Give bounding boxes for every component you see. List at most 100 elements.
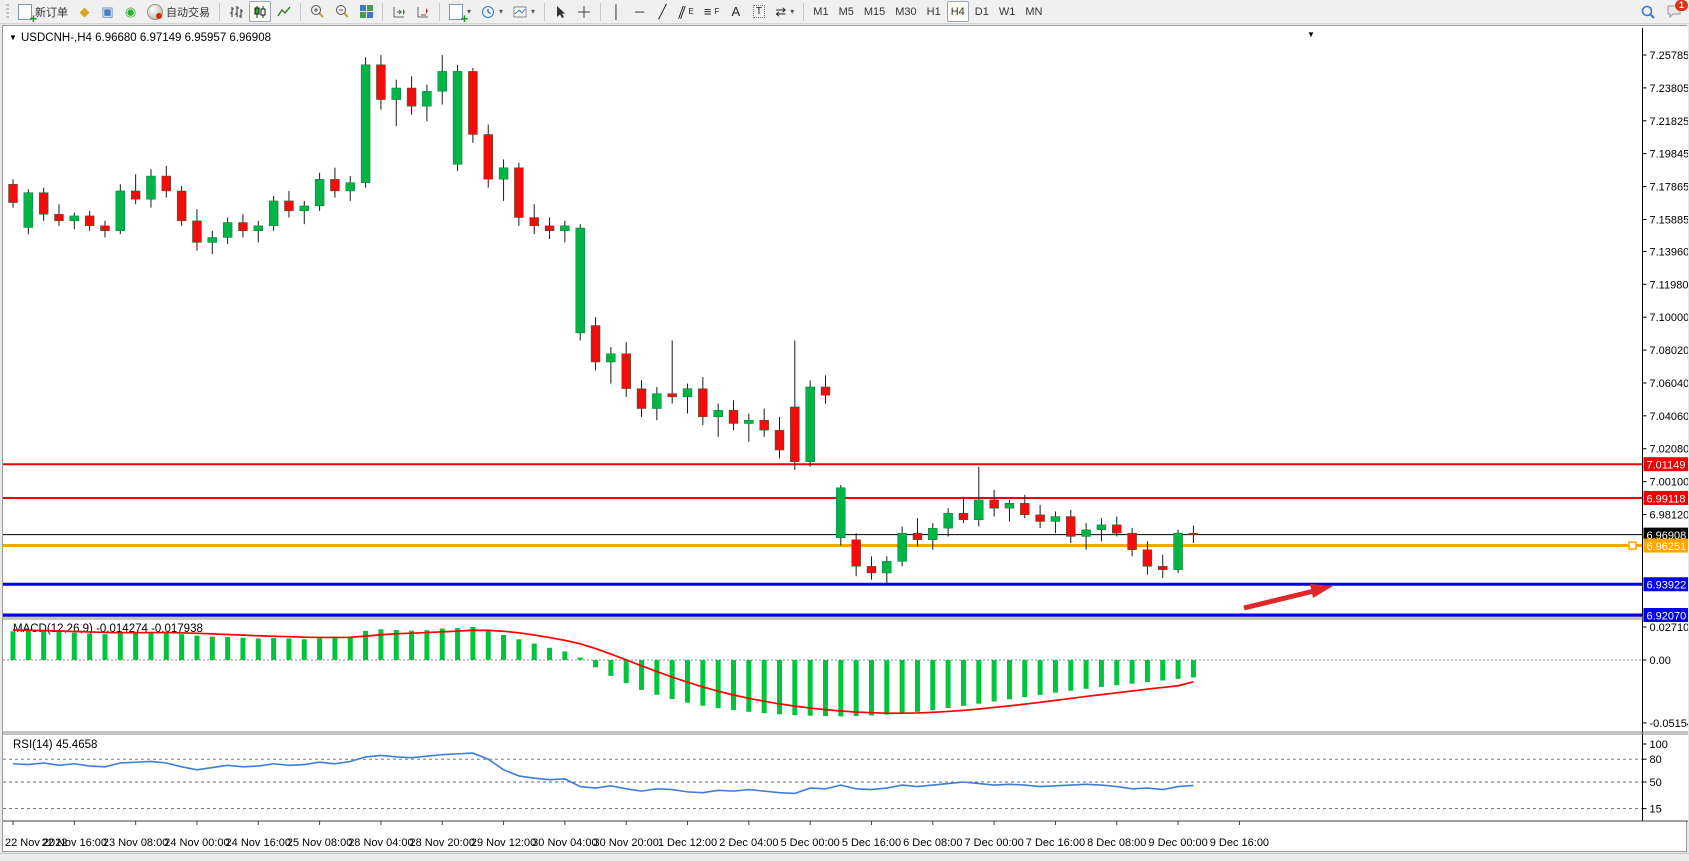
- bar-chart-mode-button[interactable]: [225, 1, 247, 22]
- crosshair-button[interactable]: [573, 1, 595, 22]
- time-tick-label: 22 Nov 16:00: [42, 837, 107, 849]
- macd-hist-bar: [1068, 660, 1073, 691]
- timeframe-m30-button[interactable]: M30: [891, 1, 920, 22]
- price-tick-label: 7.21825: [1650, 116, 1689, 128]
- macd-tick-label: -0.051546: [1650, 718, 1689, 730]
- macd-hist-bar: [118, 633, 123, 660]
- candle-body: [453, 71, 462, 164]
- rsi-panel: [3, 753, 1643, 808]
- separator: [219, 3, 220, 21]
- candle-body: [54, 214, 63, 221]
- timeframe-w1-button[interactable]: W1: [995, 1, 1020, 22]
- axis-background: [1644, 26, 1689, 821]
- timeframe-label: M5: [839, 6, 854, 18]
- fibonacci-button[interactable]: ≡F: [700, 1, 723, 22]
- timeframe-m5-button[interactable]: M5: [835, 1, 858, 22]
- candlestick-mode-button[interactable]: [249, 1, 271, 22]
- chart-canvas[interactable]: ▼ USDCNH-,H4 6.96680 6.97149 6.95957 6.9…: [3, 26, 1688, 853]
- candle-body: [637, 389, 646, 409]
- indicators-button[interactable]: + ▾: [445, 1, 475, 22]
- equidistant-channel-button[interactable]: ∥E: [675, 1, 698, 22]
- timeframe-h1-button[interactable]: H1: [923, 1, 945, 22]
- timeframe-m15-button[interactable]: M15: [860, 1, 889, 22]
- candle-body: [867, 566, 876, 573]
- candle-body: [668, 394, 677, 397]
- toolbar-grip[interactable]: [6, 4, 9, 20]
- timeframe-m1-button[interactable]: M1: [809, 1, 832, 22]
- arrow-object[interactable]: [1244, 584, 1333, 608]
- timeframe-label: M15: [864, 6, 885, 18]
- templates-button[interactable]: ▾: [509, 1, 539, 22]
- trendline-button[interactable]: ╱: [652, 1, 673, 22]
- candle-body: [238, 223, 247, 231]
- charts-window-button[interactable]: ▣: [97, 1, 118, 22]
- macd-hist-bar: [1145, 660, 1150, 682]
- macd-hist-bar: [976, 660, 981, 704]
- candle-body: [407, 88, 416, 106]
- separator: [300, 3, 301, 21]
- timeframe-h4-button[interactable]: H4: [947, 1, 969, 22]
- candle-body: [392, 88, 401, 100]
- candle-body: [714, 410, 723, 417]
- zoom-out-icon: [335, 4, 350, 19]
- chart-shift-button[interactable]: [412, 1, 434, 22]
- time-tick-label: 24 Nov 16:00: [226, 837, 291, 849]
- messages-button[interactable]: 1: [1662, 1, 1686, 22]
- candle-body: [254, 226, 263, 231]
- timeframe-d1-button[interactable]: D1: [971, 1, 993, 22]
- candle-body: [836, 488, 845, 538]
- scroll-end-marker[interactable]: ▼: [1307, 30, 1315, 39]
- horizontal-price-lines[interactable]: [3, 464, 1643, 615]
- zoom-out-button[interactable]: [331, 1, 354, 22]
- chart-window[interactable]: ▼ USDCNH-,H4 6.96680 6.97149 6.95957 6.9…: [2, 25, 1687, 852]
- time-tick-label: 9 Dec 16:00: [1210, 837, 1269, 849]
- chart-collapse-icon[interactable]: ▼: [9, 33, 17, 42]
- arrow-head[interactable]: [1310, 584, 1333, 598]
- text-label-button[interactable]: T: [748, 1, 769, 22]
- candle-body: [913, 533, 922, 540]
- search-button[interactable]: [1636, 1, 1660, 22]
- autoscroll-button[interactable]: [388, 1, 410, 22]
- macd-hist-bar: [256, 639, 261, 660]
- macd-tick-label: 0.00: [1650, 655, 1671, 667]
- timeframe-label: M30: [895, 6, 916, 18]
- periods-button[interactable]: ▾: [477, 1, 507, 22]
- macd-hist-bar: [854, 660, 859, 716]
- macd-hist-bar: [286, 639, 291, 660]
- price-tick-label: 7.10000: [1650, 312, 1689, 324]
- macd-tick-label: 0.027103: [1650, 622, 1689, 634]
- macd-hist-bar: [562, 651, 567, 660]
- text-button[interactable]: A: [725, 1, 746, 22]
- macd-hist-bar: [1007, 660, 1012, 699]
- macd-hist-bar: [148, 632, 153, 660]
- autotrading-icon: [147, 4, 163, 20]
- cursor-button[interactable]: [550, 1, 571, 22]
- candle-body: [70, 216, 79, 221]
- candle-body: [530, 218, 539, 226]
- tile-windows-button[interactable]: [356, 1, 377, 22]
- candle-body: [882, 561, 891, 573]
- macd-hist-bar: [1053, 660, 1058, 693]
- signal-button[interactable]: ◉: [120, 1, 141, 22]
- candle-body: [1051, 517, 1060, 522]
- arrow-shaft[interactable]: [1244, 591, 1314, 608]
- gold-button[interactable]: ◆: [74, 1, 95, 22]
- candle-body: [560, 226, 569, 231]
- horizontal-line-button[interactable]: ─: [629, 1, 650, 22]
- autotrading-button[interactable]: 自动交易: [143, 1, 214, 22]
- price-tick-label: 7.15885: [1650, 214, 1689, 226]
- zoom-in-button[interactable]: [306, 1, 329, 22]
- candle-body: [438, 71, 447, 91]
- line-chart-mode-button[interactable]: [273, 1, 295, 22]
- plus-icon: +: [460, 13, 468, 24]
- arrows-button[interactable]: ⇄ ▾: [771, 1, 798, 22]
- new-order-button[interactable]: + 新订单: [14, 1, 72, 22]
- timeframe-mn-button[interactable]: MN: [1021, 1, 1046, 22]
- candle-body: [576, 228, 585, 333]
- price-tick-label: 7.17865: [1650, 182, 1689, 194]
- time-tick-label: 28 Nov 04:00: [348, 837, 413, 849]
- rsi-label: RSI(14) 45.4658: [13, 739, 97, 751]
- orange-line-handle[interactable]: [1629, 542, 1636, 549]
- candle-body: [346, 183, 355, 191]
- vertical-line-button[interactable]: │: [606, 1, 627, 22]
